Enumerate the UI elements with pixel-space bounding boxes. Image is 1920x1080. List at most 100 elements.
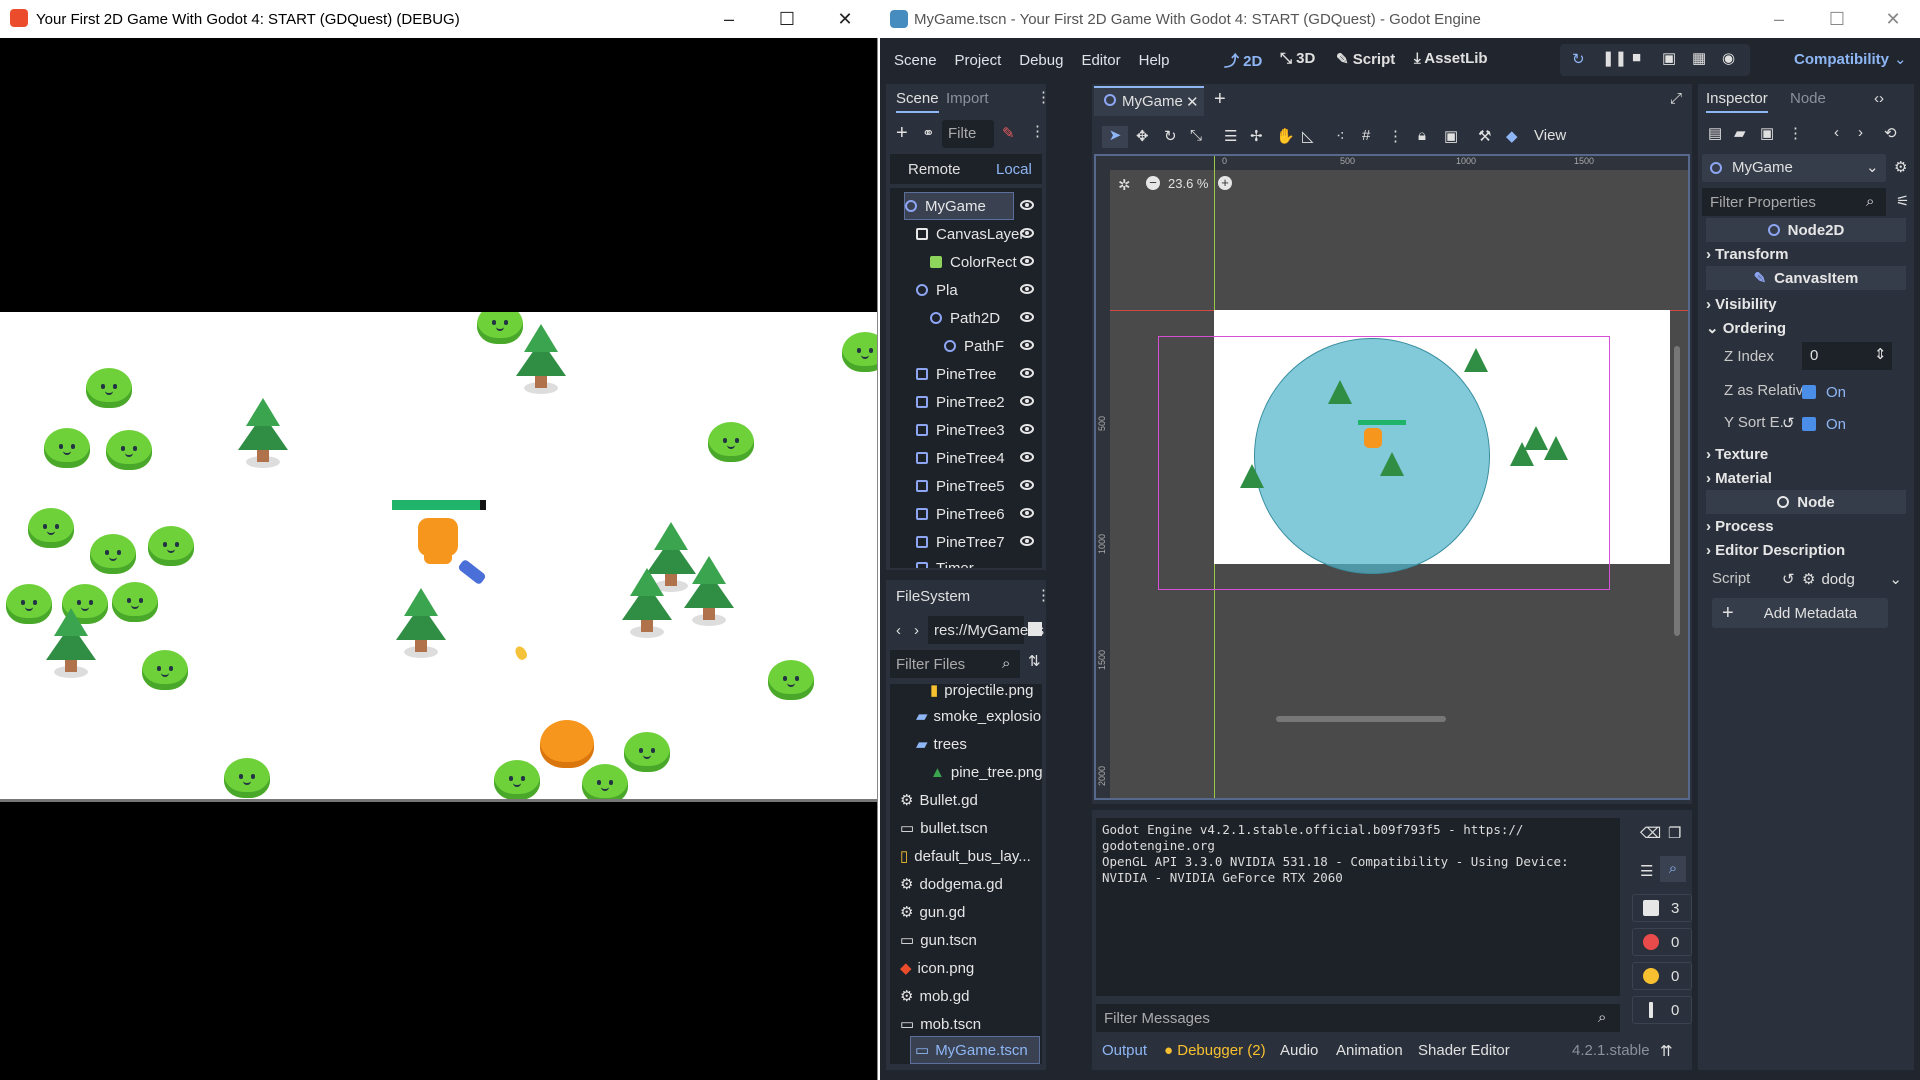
file-bullet-tscn[interactable]: ▭ bullet.tscn <box>900 814 1042 842</box>
section-ordering[interactable]: ⌄ Ordering <box>1706 316 1906 340</box>
ruler-tool-icon[interactable]: ◺ <box>1302 127 1314 145</box>
warnings-count-toggle[interactable]: 0 <box>1632 962 1692 990</box>
file-default-bus-layout[interactable]: ▯ default_bus_lay... <box>900 842 1042 870</box>
workspace-2d-tab[interactable]: ⤴ 2D <box>1224 50 1262 71</box>
tab-import[interactable]: Import <box>946 90 989 107</box>
more-icon[interactable]: ⋮ <box>1388 127 1403 145</box>
scene-filter-input[interactable]: Filte <box>942 120 994 148</box>
move-tool-icon[interactable]: ✥ <box>1136 127 1149 145</box>
vertical-scrollbar[interactable] <box>1674 346 1680 636</box>
more-icon[interactable]: ⋮ <box>1030 122 1045 140</box>
maximize-icon[interactable]: ☐ <box>764 0 810 38</box>
file-pine-tree-png[interactable]: ▲ pine_tree.png <box>930 758 1042 786</box>
play-scene-icon[interactable]: ▦ <box>1692 49 1706 67</box>
visibility-eye-icon[interactable] <box>1020 452 1034 462</box>
scene-node-mygame[interactable]: MyGame <box>904 192 1014 220</box>
scene-tree[interactable]: MyGame CanvasLayer ColorRect Pla Path2D … <box>890 188 1042 568</box>
remote-toggle[interactable]: Remote <box>908 161 961 178</box>
filter-search-icon[interactable]: ⌕ <box>1660 856 1686 882</box>
particles-icon[interactable]: ◆ <box>1506 127 1518 145</box>
close-tab-icon[interactable]: ✕ <box>1186 93 1199 111</box>
pine-tree[interactable] <box>1328 380 1352 404</box>
horizontal-scrollbar[interactable] <box>1276 716 1446 722</box>
select-tool-icon[interactable]: ➤ <box>1102 126 1128 148</box>
minimize-icon[interactable]: – <box>1756 0 1802 38</box>
pine-tree[interactable] <box>1544 436 1568 460</box>
visibility-eye-icon[interactable] <box>1020 396 1034 406</box>
tab-node[interactable]: Node <box>1790 90 1826 107</box>
view-menu[interactable]: View <box>1534 127 1566 144</box>
pan-tool-icon[interactable]: ✋ <box>1276 127 1295 145</box>
file-mob-gd[interactable]: ⚙ mob.gd <box>900 982 1042 1010</box>
z-relative-checkbox[interactable]: On <box>1802 380 1892 404</box>
local-toggle[interactable]: Local <box>996 161 1032 178</box>
workspace-assetlib-tab[interactable]: ⤓ AssetLib <box>1414 50 1488 67</box>
history-forward-icon[interactable]: › <box>1858 124 1863 141</box>
stop-icon[interactable]: ■ <box>1632 49 1641 66</box>
file-gun-gd[interactable]: ⚙ gun.gd <box>900 898 1042 926</box>
rotate-tool-icon[interactable]: ↻ <box>1164 127 1177 145</box>
add-metadata-button[interactable]: + Add Metadata <box>1712 598 1888 628</box>
visibility-eye-icon[interactable] <box>1020 536 1034 546</box>
filter-messages-input[interactable]: Filter Messages ⌕ <box>1096 1004 1620 1032</box>
split-mode-icon[interactable] <box>1028 622 1042 636</box>
dock-arrows-icon[interactable]: ‹› <box>1874 90 1884 107</box>
pine-tree[interactable] <box>1380 452 1404 476</box>
file-tree[interactable]: ▮ projectile.png ▰ smoke_explosion ▰ trees … <box>890 684 1042 1064</box>
visibility-eye-icon[interactable] <box>1020 284 1034 294</box>
visibility-eye-icon[interactable] <box>1020 508 1034 518</box>
visibility-eye-icon[interactable] <box>1020 256 1034 266</box>
file-gun-tscn[interactable]: ▭ gun.tscn <box>900 926 1042 954</box>
visibility-eye-icon[interactable] <box>1020 368 1034 378</box>
file-bullet-gd[interactable]: ⚙ Bullet.gd <box>900 786 1042 814</box>
tab-shader-editor[interactable]: Shader Editor <box>1418 1042 1510 1059</box>
tab-scene[interactable]: Scene <box>896 90 939 113</box>
tab-output[interactable]: Output <box>1102 1042 1147 1059</box>
collapse-icon[interactable]: ☰ <box>1640 862 1653 880</box>
object-selector[interactable]: MyGame ⌄ <box>1702 154 1886 182</box>
messages-count-toggle[interactable]: 3 <box>1632 894 1692 922</box>
group-icon[interactable]: ▣ <box>1444 127 1458 145</box>
errors-count-toggle[interactable]: 0 <box>1632 928 1692 956</box>
history-icon[interactable]: ⟲ <box>1884 124 1897 142</box>
section-material[interactable]: › Material <box>1706 466 1906 490</box>
reload-icon[interactable]: ↻ <box>1572 50 1585 68</box>
file-mob-tscn[interactable]: ▭ mob.tscn <box>900 1010 1042 1038</box>
folder-smoke-explosion[interactable]: ▰ smoke_explosion <box>916 702 1042 730</box>
visibility-eye-icon[interactable] <box>1020 424 1034 434</box>
property-options-icon[interactable]: ⚟ <box>1896 192 1909 210</box>
dock-menu-icon[interactable]: ⋮ <box>1036 586 1051 604</box>
scene-tab-mygame[interactable]: MyGame ✕ <box>1094 86 1204 116</box>
tab-inspector[interactable]: Inspector <box>1706 90 1768 113</box>
visibility-eye-icon[interactable] <box>1020 480 1034 490</box>
remote-debug-icon[interactable]: ▣ <box>1662 49 1676 67</box>
section-process[interactable]: › Process <box>1706 514 1906 538</box>
minimize-icon[interactable]: – <box>706 0 752 38</box>
copy-icon[interactable]: ❐ <box>1668 824 1681 842</box>
section-visibility[interactable]: › Visibility <box>1706 292 1906 316</box>
list-select-icon[interactable]: ☰ <box>1224 127 1237 145</box>
new-resource-icon[interactable]: ▤ <box>1708 124 1722 142</box>
section-transform[interactable]: › Transform <box>1706 242 1906 266</box>
clear-output-icon[interactable]: ⌫ <box>1640 824 1661 842</box>
node-tools-icon[interactable]: ⚙ <box>1894 158 1907 176</box>
editor-canvas[interactable]: 0 500 1000 1500 500 1000 1500 2000 ✲ − 2… <box>1094 154 1690 800</box>
pine-tree[interactable] <box>1510 442 1534 466</box>
new-tab-icon[interactable]: + <box>1214 88 1226 111</box>
menu-help[interactable]: Help <box>1139 52 1170 69</box>
pine-tree[interactable] <box>1240 464 1264 488</box>
output-log[interactable]: Godot Engine v4.2.1.stable.official.b09f… <box>1096 818 1620 996</box>
zoom-out-icon[interactable]: − <box>1146 176 1160 190</box>
filter-files-input[interactable]: Filter Files ⌕ <box>890 650 1020 678</box>
player-sprite[interactable] <box>1364 428 1382 448</box>
link-icon[interactable]: ⚭ <box>922 124 935 142</box>
menu-project[interactable]: Project <box>955 52 1002 69</box>
info-count-toggle[interactable]: 0 <box>1632 996 1692 1024</box>
pause-icon[interactable]: ❚❚ <box>1602 49 1627 67</box>
workspace-script-tab[interactable]: ✎ Script <box>1336 50 1395 68</box>
smart-snap-icon[interactable]: ⁖ <box>1336 127 1345 145</box>
file-dodgema-gd[interactable]: ⚙ dodgema.gd <box>900 870 1042 898</box>
section-texture[interactable]: › Texture <box>1706 442 1906 466</box>
visibility-eye-icon[interactable] <box>1020 200 1034 210</box>
maximize-icon[interactable]: ☐ <box>1814 0 1860 38</box>
